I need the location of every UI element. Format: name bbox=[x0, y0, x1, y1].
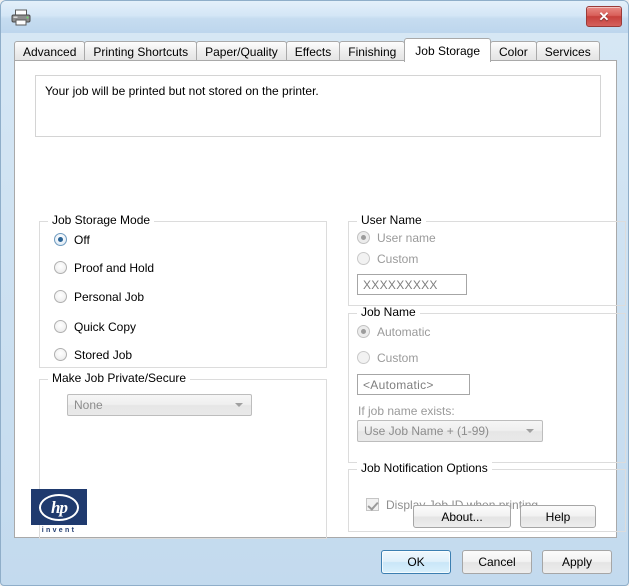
job-storage-mode-group: Job Storage Mode Off Proof and Hold Pers… bbox=[39, 214, 327, 368]
radio-label: Off bbox=[74, 232, 90, 247]
radio-off[interactable]: Off bbox=[54, 233, 90, 246]
tab-advanced[interactable]: Advanced bbox=[14, 41, 86, 61]
radio-personal-job[interactable]: Personal Job bbox=[54, 290, 144, 303]
radio-user-name[interactable]: User name bbox=[357, 231, 436, 244]
job-storage-panel: Your job will be printed but not stored … bbox=[14, 60, 626, 539]
radio-indicator-icon bbox=[54, 233, 67, 246]
radio-label: Quick Copy bbox=[74, 319, 137, 334]
cancel-button-label: Cancel bbox=[478, 555, 516, 569]
hp-logo-letters: hp bbox=[51, 497, 68, 517]
tab-printing-shortcuts[interactable]: Printing Shortcuts bbox=[84, 41, 198, 61]
radio-indicator-icon bbox=[54, 320, 67, 333]
radio-label: Personal Job bbox=[74, 289, 145, 304]
chevron-down-icon bbox=[235, 403, 243, 407]
radio-indicator-icon bbox=[357, 252, 370, 265]
user-name-custom-input[interactable]: XXXXXXXXX bbox=[357, 274, 467, 295]
make-job-private-legend: Make Job Private/Secure bbox=[48, 372, 191, 384]
tab-finishing[interactable]: Finishing bbox=[339, 41, 406, 61]
tab-effects[interactable]: Effects bbox=[285, 41, 341, 61]
job-storage-mode-legend: Job Storage Mode bbox=[48, 214, 155, 226]
tab-label: Advanced bbox=[23, 44, 77, 59]
help-button[interactable]: Help bbox=[520, 505, 596, 528]
tab-label: Job Storage bbox=[415, 43, 481, 58]
status-message-text: Your job will be printed but not stored … bbox=[45, 84, 319, 98]
radio-stored-job[interactable]: Stored Job bbox=[54, 348, 132, 361]
about-button-label: About... bbox=[441, 509, 483, 524]
tab-services[interactable]: Services bbox=[535, 41, 600, 61]
if-job-name-exists-dropdown[interactable]: Use Job Name + (1-99) bbox=[357, 420, 543, 442]
radio-label: Proof and Hold bbox=[74, 260, 155, 275]
job-notification-legend: Job Notification Options bbox=[357, 462, 492, 474]
tab-label: Paper/Quality bbox=[205, 44, 278, 59]
radio-job-name-custom[interactable]: Custom bbox=[357, 351, 418, 364]
tab-label: Services bbox=[544, 44, 591, 59]
ok-button-label: OK bbox=[407, 555, 425, 569]
radio-indicator-icon bbox=[357, 351, 370, 364]
apply-button-label: Apply bbox=[561, 555, 593, 569]
apply-button[interactable]: Apply bbox=[542, 550, 612, 574]
radio-indicator-icon bbox=[54, 348, 67, 361]
hp-logo-oval: hp bbox=[39, 493, 79, 521]
radio-label: User name bbox=[377, 230, 436, 245]
make-job-private-dropdown[interactable]: None bbox=[67, 394, 252, 416]
tab-job-storage[interactable]: Job Storage bbox=[404, 38, 492, 62]
job-name-group: Job Name Automatic Custom <Automatic> If… bbox=[348, 306, 626, 463]
tab-label: Color bbox=[499, 44, 528, 59]
about-button[interactable]: About... bbox=[413, 505, 511, 528]
hp-logo-box: hp bbox=[31, 489, 87, 525]
dropdown-value: None bbox=[74, 398, 103, 412]
chevron-down-icon bbox=[526, 429, 534, 433]
radio-label: Automatic bbox=[377, 324, 431, 339]
radio-indicator-icon bbox=[54, 290, 67, 303]
user-name-legend: User Name bbox=[357, 214, 426, 226]
radio-label: Stored Job bbox=[74, 347, 133, 362]
hp-logo: hp invent bbox=[31, 489, 87, 535]
user-name-group: User Name User name Custom XXXXXXXXX bbox=[348, 214, 626, 306]
job-name-custom-value: <Automatic> bbox=[363, 377, 434, 392]
close-icon: ✕ bbox=[598, 9, 610, 24]
help-button-label: Help bbox=[545, 509, 571, 524]
job-name-legend: Job Name bbox=[357, 306, 420, 318]
tab-label: Printing Shortcuts bbox=[93, 44, 189, 59]
title-bar: ✕ bbox=[1, 1, 628, 33]
dropdown-value: Use Job Name + (1-99) bbox=[364, 424, 490, 438]
tab-label: Finishing bbox=[348, 44, 397, 59]
close-button[interactable]: ✕ bbox=[586, 6, 622, 27]
radio-proof-and-hold[interactable]: Proof and Hold bbox=[54, 261, 154, 274]
status-message-box: Your job will be printed but not stored … bbox=[35, 75, 601, 137]
radio-job-name-automatic[interactable]: Automatic bbox=[357, 325, 430, 338]
radio-indicator-icon bbox=[357, 231, 370, 244]
tab-label: Effects bbox=[294, 44, 332, 59]
tab-color[interactable]: Color bbox=[490, 41, 537, 61]
radio-quick-copy[interactable]: Quick Copy bbox=[54, 320, 136, 333]
tab-paper-quality[interactable]: Paper/Quality bbox=[196, 41, 287, 61]
print-properties-dialog: ✕ Advanced Printing Shortcuts Paper/Qual… bbox=[0, 0, 629, 586]
radio-label: Custom bbox=[377, 251, 419, 266]
user-name-custom-value: XXXXXXXXX bbox=[363, 277, 438, 292]
radio-user-name-custom[interactable]: Custom bbox=[357, 252, 418, 265]
hp-logo-tagline: invent bbox=[41, 527, 77, 534]
tab-strip: Advanced Printing Shortcuts Paper/Qualit… bbox=[14, 38, 600, 62]
radio-label: Custom bbox=[377, 350, 419, 365]
checkbox-indicator-icon bbox=[366, 498, 379, 511]
radio-indicator-icon bbox=[357, 325, 370, 338]
job-name-custom-input[interactable]: <Automatic> bbox=[357, 374, 470, 395]
printer-icon bbox=[11, 9, 31, 26]
if-job-name-exists-label: If job name exists: bbox=[358, 404, 455, 418]
cancel-button[interactable]: Cancel bbox=[462, 550, 532, 574]
ok-button[interactable]: OK bbox=[381, 550, 451, 574]
radio-indicator-icon bbox=[54, 261, 67, 274]
